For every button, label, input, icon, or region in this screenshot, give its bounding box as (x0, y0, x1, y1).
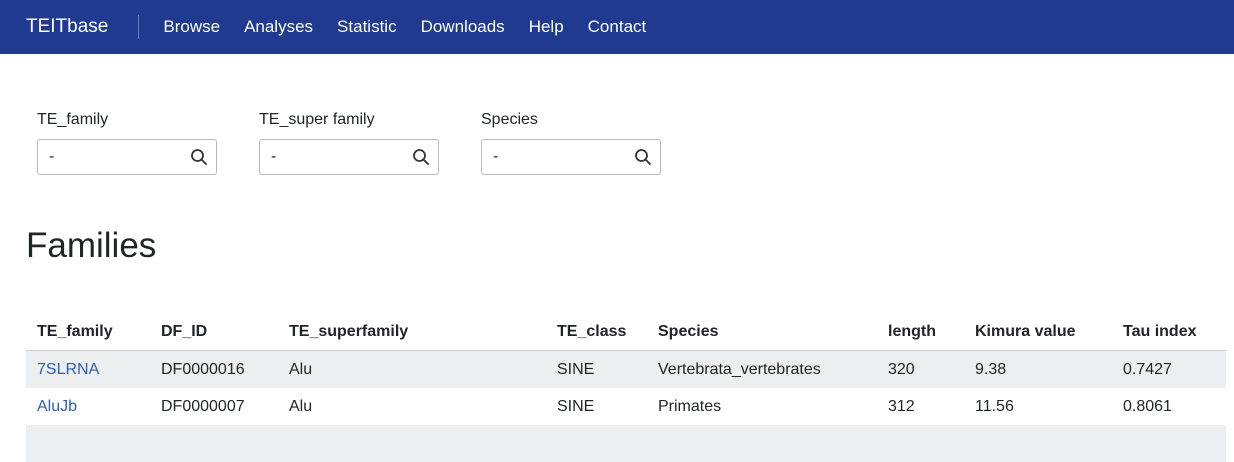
filter-value: - (271, 148, 277, 165)
filter-label: TE_family (37, 111, 109, 128)
table-cell: DF0000007 (150, 388, 278, 425)
table-cell: 7SLRNA (26, 350, 150, 388)
table-cell: Alu (278, 350, 546, 388)
te-super-family-search-field[interactable]: - (259, 139, 439, 175)
filter-value: - (49, 148, 55, 165)
table-cell (964, 425, 1112, 462)
page-title: Families (26, 226, 157, 265)
table-cell (546, 425, 647, 462)
table-cell: 9.38 (964, 350, 1112, 388)
column-header[interactable]: Kimura value (964, 314, 1112, 351)
family-link[interactable]: AluJb (37, 398, 77, 415)
table-cell: Alu (278, 388, 546, 425)
column-header[interactable]: Tau index (1112, 314, 1226, 351)
filter-te-family: TE_family - (37, 110, 217, 175)
table-cell: 312 (877, 388, 964, 425)
brand-logo[interactable]: TEITbase (0, 14, 138, 40)
families-table: TE_family DF_ID TE_superfamily TE_class … (26, 314, 1226, 462)
filter-te-super-family: TE_super family - (259, 110, 439, 175)
table-cell: AluJb (26, 388, 150, 425)
table-cell (877, 425, 964, 462)
table-cell: Vertebrata_vertebrates (647, 350, 877, 388)
column-header[interactable]: TE_superfamily (278, 314, 546, 351)
filter-label: TE_super family (259, 111, 375, 128)
table-cell (26, 425, 150, 462)
nav-item-browse[interactable]: Browse (151, 14, 232, 40)
table-cell (150, 425, 278, 462)
table-cell: 0.7427 (1112, 350, 1226, 388)
column-header[interactable]: Species (647, 314, 877, 351)
family-link[interactable]: 7SLRNA (37, 361, 99, 378)
table-cell: SINE (546, 388, 647, 425)
nav-item-downloads[interactable]: Downloads (409, 14, 517, 40)
table-cell (278, 425, 546, 462)
column-header[interactable]: TE_class (546, 314, 647, 351)
table-row (26, 425, 1226, 462)
column-header[interactable]: length (877, 314, 964, 351)
table-cell: 320 (877, 350, 964, 388)
filter-label: Species (481, 111, 538, 128)
table-row: AluJb DF0000007 Alu SINE Primates 312 11… (26, 388, 1226, 425)
table-cell: Primates (647, 388, 877, 425)
nav-item-analyses[interactable]: Analyses (232, 14, 325, 40)
search-icon[interactable] (190, 148, 208, 166)
te-family-search-field[interactable]: - (37, 139, 217, 175)
table-cell (1112, 425, 1226, 462)
nav-divider (138, 15, 140, 39)
table-cell (647, 425, 877, 462)
nav-item-contact[interactable]: Contact (576, 14, 659, 40)
species-search-field[interactable]: - (481, 139, 661, 175)
table-row: 7SLRNA DF0000016 Alu SINE Vertebrata_ver… (26, 350, 1226, 388)
search-icon[interactable] (634, 148, 652, 166)
column-header[interactable]: DF_ID (150, 314, 278, 351)
column-header[interactable]: TE_family (26, 314, 150, 351)
search-icon[interactable] (412, 148, 430, 166)
table-cell: DF0000016 (150, 350, 278, 388)
filter-species: Species - (481, 110, 661, 175)
table-header-row: TE_family DF_ID TE_superfamily TE_class … (26, 314, 1226, 351)
table-cell: 0.8061 (1112, 388, 1226, 425)
nav-item-statistic[interactable]: Statistic (325, 14, 409, 40)
nav-item-help[interactable]: Help (517, 14, 576, 40)
table-cell: 11.56 (964, 388, 1112, 425)
top-navbar: TEITbase Browse Analyses Statistic Downl… (0, 0, 1234, 54)
filter-value: - (493, 148, 499, 165)
table-cell: SINE (546, 350, 647, 388)
filter-bar: TE_family - TE_super family - Species - (0, 110, 1234, 175)
